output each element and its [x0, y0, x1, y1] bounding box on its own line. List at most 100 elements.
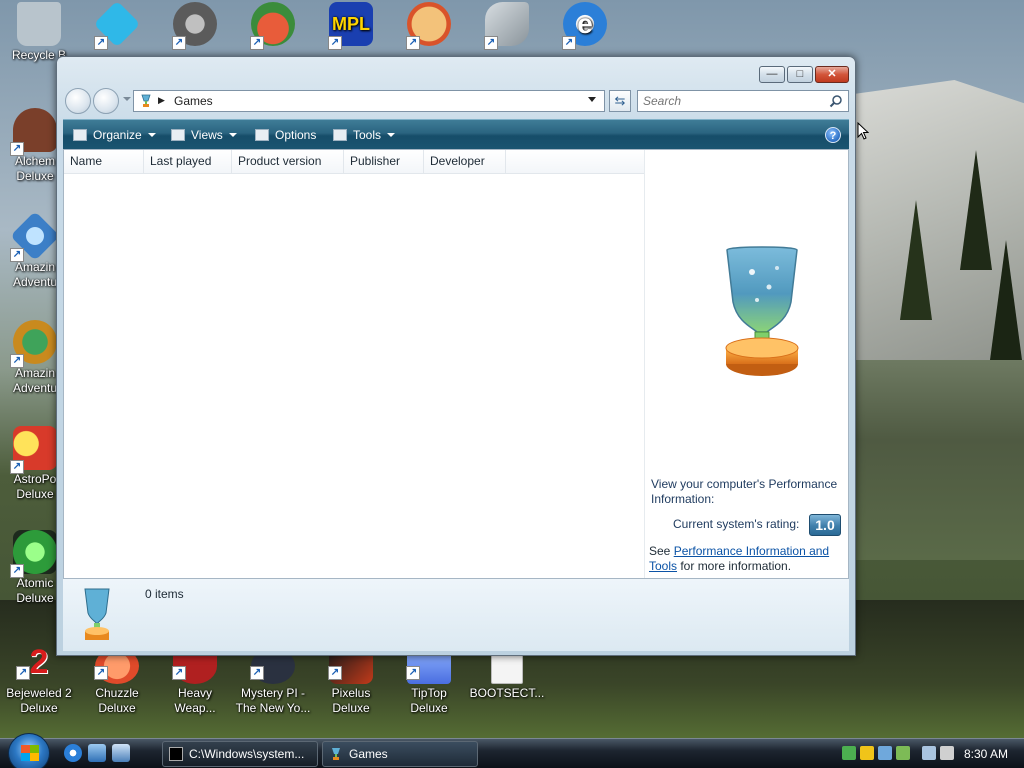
desktop-icon-label: The New Yo... [235, 701, 311, 715]
views-menu[interactable]: Views [171, 120, 237, 150]
security-shield-icon[interactable] [860, 746, 874, 760]
desktop-icon-pizza-game[interactable]: ↗ [390, 2, 468, 50]
desktop-icon-label: Deluxe [20, 701, 58, 715]
games-trophy-icon [141, 94, 151, 107]
wallpaper-tree [990, 240, 1022, 360]
column-header-developer[interactable]: Developer [424, 150, 506, 173]
tools-label: Tools [353, 128, 382, 142]
shortcut-arrow-icon: ↗ [10, 142, 24, 156]
desktop-icon-label: TipTop [411, 686, 447, 700]
desktop-icon-label: Bejeweled 2 [6, 686, 72, 700]
chevron-down-icon [228, 133, 237, 137]
help-icon[interactable]: ? [825, 127, 841, 143]
desktop-icon-label: BOOTSECT... [469, 686, 545, 700]
desktop-icon-label: Chuzzle [95, 686, 139, 700]
system-clock[interactable]: 8:30 AM [964, 747, 1008, 761]
games-explorer-window[interactable]: — □ ✕ ▶ Games ⇆ Organize [56, 56, 856, 656]
internet-explorer-icon[interactable] [64, 744, 82, 762]
organize-label: Organize [93, 128, 142, 142]
see-prefix: See [649, 544, 674, 558]
shortcut-arrow-icon: ↗ [10, 248, 24, 262]
forward-button[interactable] [93, 88, 119, 114]
back-button[interactable] [65, 88, 91, 114]
notification-area: 8:30 AM [836, 742, 1024, 766]
address-bar[interactable]: ▶ Games [133, 90, 605, 112]
taskbar-item-command-prompt[interactable]: C:\Windows\system... [162, 741, 318, 767]
desktop-icon-diamond-game[interactable]: ↗ [78, 0, 156, 50]
views-label: Views [191, 128, 223, 142]
shortcut-arrow-icon: ↗ [94, 36, 108, 50]
tools-icon [333, 129, 347, 141]
organize-menu[interactable]: Organize [73, 120, 156, 150]
column-header-last-played[interactable]: Last played [144, 150, 232, 173]
games-list-pane[interactable]: Name Last played Product version Publish… [64, 150, 644, 578]
column-header-product-version[interactable]: Product version [232, 150, 344, 173]
shortcut-arrow-icon: ↗ [406, 666, 420, 680]
desktop-icon-label: Weap... [174, 701, 216, 715]
shortcut-arrow-icon: ↗ [172, 666, 186, 680]
network-connection-icon[interactable] [922, 746, 936, 760]
column-headers: Name Last played Product version Publish… [64, 150, 644, 174]
performance-info-title: View your computer's Performance Informa… [651, 477, 838, 506]
command-bar: Organize Views Options Tools ? [63, 119, 849, 149]
wallpaper-lake [850, 360, 1024, 560]
games-trophy-icon [84, 588, 110, 640]
shortcut-arrow-icon: ↗ [250, 36, 264, 50]
shortcut-arrow-icon: ↗ [328, 666, 342, 680]
organize-icon [73, 129, 87, 141]
volume-muted-icon[interactable] [940, 746, 954, 760]
chevron-down-icon [387, 133, 396, 137]
tray-update-icon[interactable] [896, 746, 910, 760]
wallpaper-tree [900, 200, 932, 320]
desktop-icon-gear-game[interactable]: ↗ [156, 2, 234, 50]
address-dropdown-icon[interactable] [588, 97, 596, 102]
recent-pages-dropdown[interactable] [123, 97, 131, 101]
maximize-button[interactable]: □ [787, 66, 813, 83]
options-button[interactable]: Options [255, 120, 316, 150]
tray-app-icon[interactable] [878, 746, 892, 760]
system-rating-row: Current system's rating: 1.0 [673, 514, 843, 536]
desktop-icon-bird-game[interactable]: ↗ [234, 2, 312, 50]
switch-windows-icon[interactable] [112, 744, 130, 762]
mouse-cursor-icon [857, 122, 869, 140]
window-titlebar[interactable]: — □ ✕ [57, 57, 855, 87]
windows-logo-icon [21, 745, 39, 761]
column-header-name[interactable]: Name [64, 150, 144, 173]
taskbar: C:\Windows\system... Games 8:30 AM [0, 733, 1024, 768]
show-desktop-icon[interactable] [88, 744, 106, 762]
shortcut-arrow-icon: ↗ [406, 36, 420, 50]
details-pane: 0 items [63, 579, 849, 651]
views-icon [171, 129, 185, 141]
tools-menu[interactable]: Tools [333, 120, 396, 150]
rating-badge[interactable]: 1.0 [809, 514, 841, 536]
shortcut-arrow-icon: ↗ [172, 36, 186, 50]
search-icon[interactable] [829, 94, 843, 108]
desktop-icon-shark-game[interactable]: ↗ [468, 2, 546, 50]
taskbar-item-label: C:\Windows\system... [189, 747, 305, 761]
desktop-icon-label: Heavy [177, 686, 212, 700]
desktop-icon-internet-explorer[interactable]: e ↗ [546, 2, 624, 50]
wallpaper-tree [960, 150, 992, 270]
shortcut-arrow-icon: ↗ [10, 564, 24, 578]
games-icon [332, 748, 340, 760]
cmd-icon [169, 747, 183, 761]
close-button[interactable]: ✕ [815, 66, 849, 83]
column-header-publisher[interactable]: Publisher [344, 150, 424, 173]
preview-pane: View your computer's Performance Informa… [644, 150, 848, 578]
taskbar-item-games[interactable]: Games [322, 741, 478, 767]
navigation-bar: ▶ Games ⇆ [63, 87, 849, 115]
refresh-button[interactable]: ⇆ [609, 90, 631, 112]
shortcut-arrow-icon: ↗ [94, 666, 108, 680]
search-input[interactable] [638, 91, 828, 111]
desktop-icon-recycle-bin[interactable]: Recycle B [0, 2, 78, 63]
options-icon [255, 129, 269, 141]
start-button[interactable] [8, 733, 50, 768]
breadcrumb-games[interactable]: Games [174, 94, 213, 108]
minimize-button[interactable]: — [759, 66, 785, 83]
breadcrumb-separator-icon: ▶ [158, 95, 165, 105]
search-box[interactable] [637, 90, 849, 112]
desktop-icon-mpl-game[interactable]: MPL ↗ [312, 2, 390, 50]
network-status-icon[interactable] [842, 746, 856, 760]
desktop-icon-label: Deluxe [410, 701, 448, 715]
rating-label: Current system's rating: [673, 517, 800, 531]
